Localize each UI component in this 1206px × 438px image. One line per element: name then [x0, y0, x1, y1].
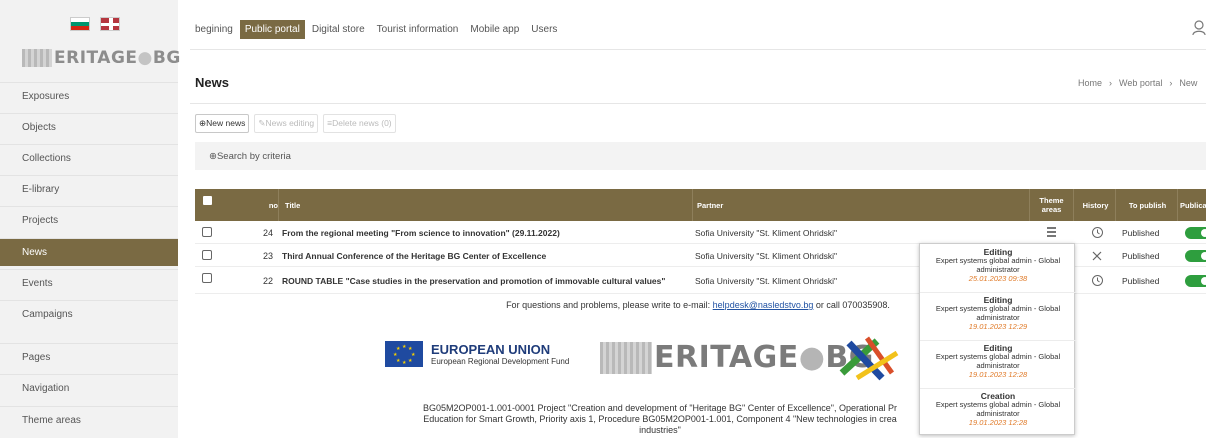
row-title[interactable]: ROUND TABLE "Case studies in the preserv…	[282, 268, 692, 294]
sidebar-item-navigation[interactable]: Navigation	[0, 374, 178, 402]
column-header-partner[interactable]: Partner	[695, 189, 1030, 221]
tab-begining[interactable]: begining	[190, 20, 238, 39]
app-root: ERITAGE●BG Exposures Objects Collections…	[0, 0, 1206, 438]
support-email-link[interactable]: helpdesk@nasledstvo.bg	[713, 300, 814, 310]
logo-text: ERITAGE●BG	[54, 48, 181, 68]
sidebar-item-collections[interactable]: Collections	[0, 144, 178, 172]
column-header-to-publish[interactable]: To publish	[1118, 189, 1178, 221]
bulgarian-flag-icon[interactable]	[70, 17, 90, 31]
sidebar: ERITAGE●BG Exposures Objects Collections…	[0, 0, 181, 438]
title-divider	[190, 103, 1206, 104]
sidebar-item-events[interactable]: Events	[0, 269, 178, 297]
row-title[interactable]: From the regional meeting "From science …	[282, 222, 692, 244]
tab-digital-store[interactable]: Digital store	[307, 20, 370, 39]
tab-mobile-app[interactable]: Mobile app	[465, 20, 524, 39]
history-entry: Editing Expert systems global admin - Gl…	[920, 295, 1076, 341]
column-header-title[interactable]: Title	[283, 189, 693, 221]
history-entry: Creation Expert systems global admin - G…	[935, 391, 1061, 428]
row-number: 23	[262, 251, 273, 261]
edit-news-button[interactable]: ✎News editing	[254, 114, 319, 133]
breadcrumb-current: New	[1179, 78, 1198, 88]
eu-title: EUROPEAN UNION	[431, 342, 551, 357]
top-navigation: begining Public portal Digital store Tou…	[190, 17, 564, 41]
sidebar-item-objects[interactable]: Objects	[0, 113, 178, 141]
eu-subtitle: European Regional Development Fund	[431, 357, 570, 366]
column-header-theme-areas[interactable]: Theme areas	[1030, 189, 1074, 221]
select-all-checkbox[interactable]	[203, 196, 212, 205]
search-by-criteria-toggle[interactable]: ⊕Search by criteria	[195, 142, 1206, 170]
heritage-bg-footer-logo: ERITAGE●BG	[600, 340, 874, 375]
header-divider	[190, 49, 1206, 50]
new-news-button[interactable]: ⊕New news	[195, 114, 250, 133]
publication-toggle[interactable]	[1185, 275, 1206, 287]
sidebar-item-news[interactable]: News	[0, 238, 178, 266]
eu-flag-icon: ★ ★ ★ ★ ★ ★ ★ ★	[385, 341, 423, 367]
logo-mark-icon	[22, 49, 52, 67]
publish-status: Published	[1122, 228, 1160, 238]
column-header-history[interactable]: History	[1076, 189, 1116, 221]
language-switcher	[70, 17, 120, 31]
breadcrumb: Home › Web portal › New	[1078, 78, 1197, 88]
page-title: News	[195, 75, 229, 90]
sidebar-item-pages[interactable]: Pages	[0, 343, 178, 371]
breadcrumb-web-portal[interactable]: Web portal	[1119, 78, 1162, 88]
column-header-no[interactable]: no	[263, 189, 279, 221]
close-icon[interactable]	[1091, 250, 1103, 262]
tab-users[interactable]: Users	[526, 20, 562, 39]
table-row[interactable]: 24 From the regional meeting "From scien…	[195, 222, 1206, 244]
sidebar-item-projects[interactable]: Projects	[0, 206, 178, 234]
english-flag-icon[interactable]	[100, 17, 120, 31]
history-icon[interactable]	[1091, 274, 1104, 287]
row-partner: Sofia University "St. Kliment Ohridski"	[695, 228, 838, 238]
row-number: 22	[262, 276, 273, 286]
history-entry: Editing Expert systems global admin - Gl…	[920, 247, 1076, 293]
publish-status: Published	[1122, 276, 1160, 286]
eu-logo: ★ ★ ★ ★ ★ ★ ★ ★ EUROPEAN UNION European Regiona…	[385, 341, 569, 367]
sidebar-item-theme-areas[interactable]: Theme areas	[0, 406, 178, 434]
row-checkbox[interactable]	[202, 227, 212, 237]
row-title[interactable]: Third Annual Conference of the Heritage …	[282, 245, 692, 267]
chevron-right-icon: ›	[1169, 78, 1173, 88]
sidebar-item-campaigns[interactable]: Campaigns	[0, 300, 178, 328]
history-popup: Editing Expert systems global admin - Gl…	[919, 243, 1076, 435]
theme-areas-icon[interactable]	[1046, 226, 1058, 239]
tab-tourist-information[interactable]: Tourist information	[372, 20, 464, 39]
publication-toggle[interactable]	[1185, 227, 1206, 239]
tab-public-portal[interactable]: Public portal	[239, 19, 305, 39]
action-toolbar: ⊕New news ✎News editing ≡Delete news (0)	[195, 114, 396, 133]
chevron-right-icon: ›	[1109, 78, 1113, 88]
heritage-bg-logo[interactable]: ERITAGE●BG	[22, 48, 181, 68]
breadcrumb-home[interactable]: Home	[1078, 78, 1102, 88]
history-entry: Editing Expert systems global admin - Gl…	[920, 343, 1076, 389]
row-number: 24	[262, 228, 273, 238]
sidebar-item-exposures[interactable]: Exposures	[0, 82, 178, 110]
row-checkbox[interactable]	[202, 273, 212, 283]
table-header: no Title Partner Theme areas History To p…	[195, 189, 1206, 221]
logo-mark-icon	[600, 341, 652, 374]
column-header-publication[interactable]: Publicati	[1180, 189, 1206, 221]
publish-status: Published	[1122, 251, 1160, 261]
publication-toggle[interactable]	[1185, 250, 1206, 262]
delete-news-button[interactable]: ≡Delete news (0)	[323, 114, 396, 133]
user-account-icon[interactable]	[1192, 20, 1206, 36]
row-checkbox[interactable]	[202, 250, 212, 260]
sidebar-item-e-library[interactable]: E-library	[0, 175, 178, 203]
project-description: BG05M2OP001-1.001-0001 Project "Creation…	[422, 403, 898, 435]
operational-programme-logo-icon	[839, 336, 899, 381]
history-icon[interactable]	[1091, 226, 1104, 239]
